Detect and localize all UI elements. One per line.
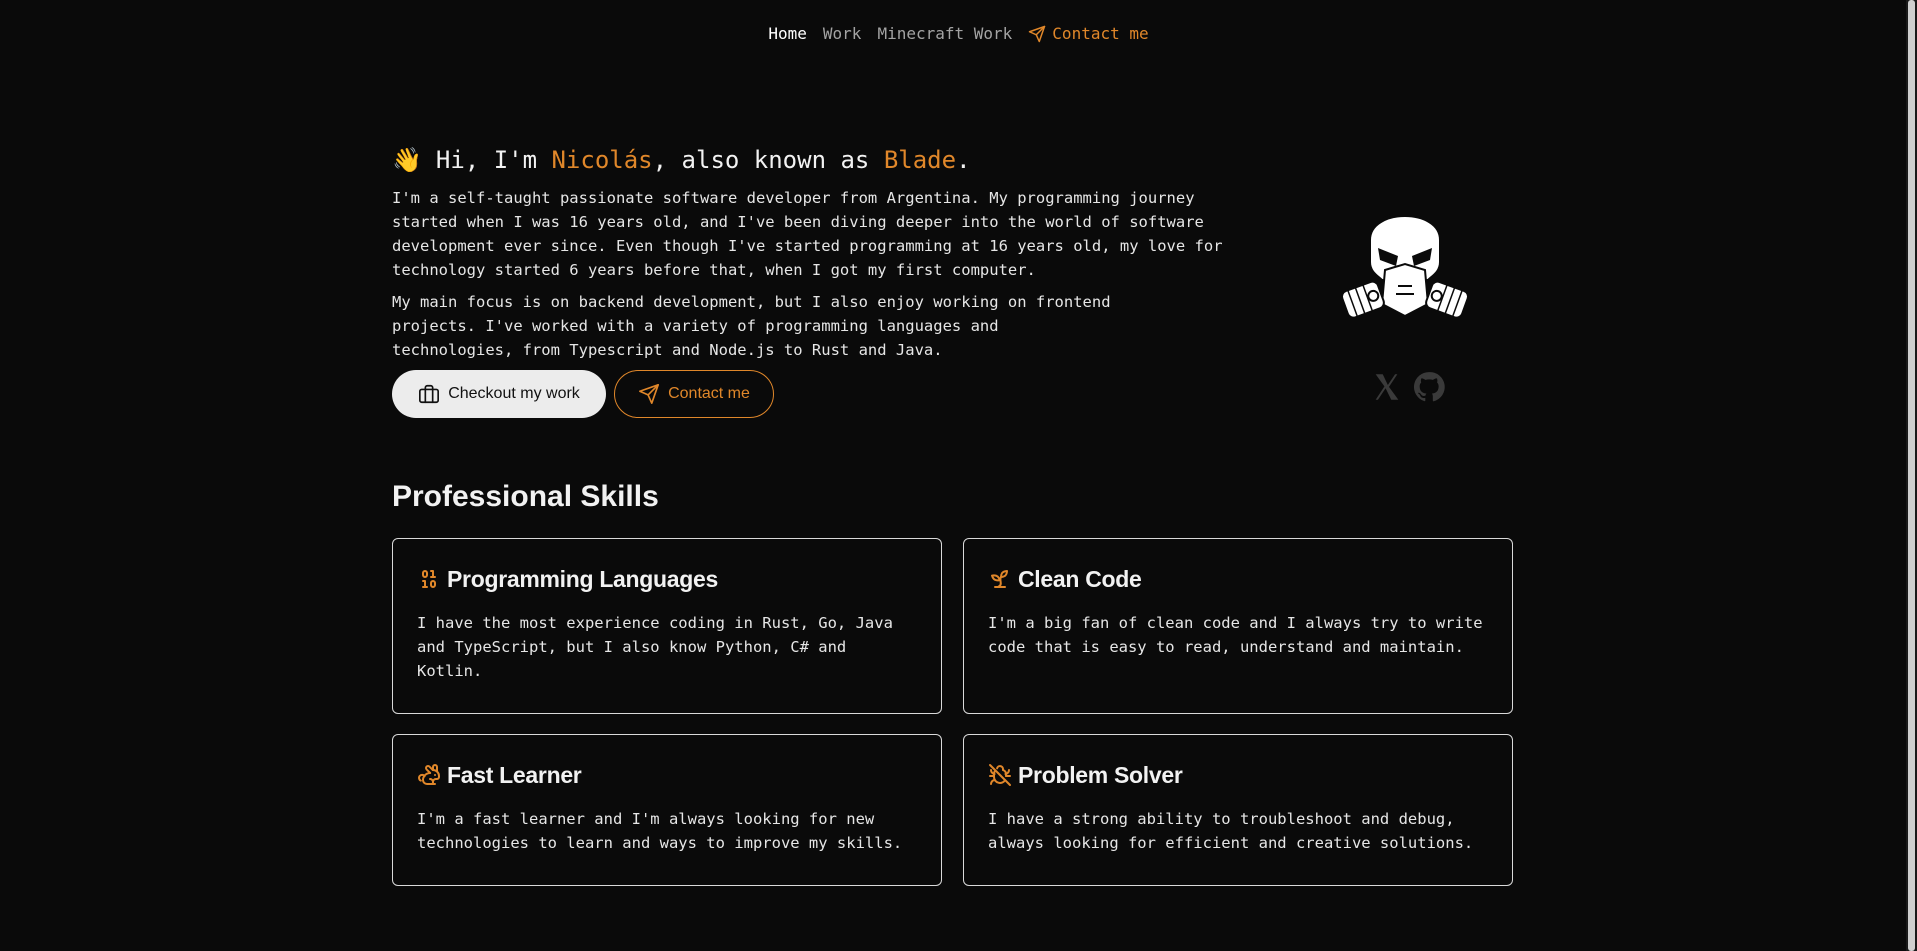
hero-aka: , also known as <box>652 146 884 174</box>
top-nav: Home Work Minecraft Work Contact me <box>0 24 1917 43</box>
hero-alias: Blade <box>883 146 957 174</box>
skill-card-body: I have a strong ability to troubleshoot … <box>988 810 1474 852</box>
briefcase-icon <box>419 384 440 404</box>
x-icon[interactable] <box>1370 370 1404 404</box>
skills-title: Professional Skills <box>392 480 659 513</box>
skill-card-title: Programming Languages <box>447 565 719 592</box>
github-icon[interactable] <box>1412 370 1446 404</box>
skill-card-title: Fast Learner <box>447 761 582 788</box>
social-links <box>1370 370 1446 404</box>
sprout-icon <box>991 570 1008 588</box>
hero-greeting: Hi, I'm <box>435 146 552 174</box>
wave-emoji: 👋 <box>392 146 422 174</box>
page-scrollbar[interactable] <box>1906 0 1917 951</box>
nav-home[interactable]: Home <box>768 24 807 43</box>
binary-icon <box>422 570 436 588</box>
nav-home-label: Home <box>768 24 807 43</box>
skill-card-body: I'm a big fan of clean code and I always… <box>988 614 1483 656</box>
skill-card: Programming Languages I have the most ex… <box>392 538 942 714</box>
checkout-work-label: Checkout my work <box>448 385 580 402</box>
skill-card-body: I have the most experience coding in Rus… <box>417 614 893 680</box>
send-icon <box>639 384 660 404</box>
skill-card: Clean Code I'm a big fan of clean code a… <box>963 538 1513 714</box>
avatar <box>1340 200 1470 332</box>
scrollbar-thumb[interactable] <box>1908 0 1915 951</box>
nav-minecraft-work[interactable]: Minecraft Work <box>877 24 1012 43</box>
skill-card-title: Problem Solver <box>1018 761 1183 788</box>
gas-mask-skull-logo <box>1340 211 1470 319</box>
skill-card: Problem Solver I have a strong ability t… <box>963 734 1513 886</box>
rabbit-icon <box>418 764 440 785</box>
contact-me-label: Contact me <box>668 385 750 402</box>
hero-period: . <box>956 146 971 174</box>
skill-card-body: I'm a fast learner and I'm always lookin… <box>417 810 903 852</box>
focus-paragraph: My main focus is on backend development,… <box>392 293 1111 359</box>
bug-off-icon <box>989 764 1011 786</box>
hero-heading: 👋 Hi, I'm Nicolás , also known as Blade … <box>392 146 971 174</box>
send-icon <box>1029 25 1046 42</box>
nav-work-label: Work <box>822 24 862 43</box>
nav-contact-label: Contact me <box>1052 24 1149 43</box>
nav-contact[interactable]: Contact me <box>1028 24 1149 43</box>
nav-work[interactable]: Work <box>823 24 862 43</box>
checkout-work-button[interactable]: Checkout my work <box>392 370 606 418</box>
hero-name: Nicolás <box>551 146 653 174</box>
skill-card-title: Clean Code <box>1018 565 1142 592</box>
nav-minecraft-work-label: Minecraft Work <box>877 24 1013 43</box>
skill-card: Fast Learner I'm a fast learner and I'm … <box>392 734 942 886</box>
intro-paragraph: I'm a self-taught passionate software de… <box>392 189 1223 279</box>
contact-me-button[interactable]: Contact me <box>614 370 774 418</box>
